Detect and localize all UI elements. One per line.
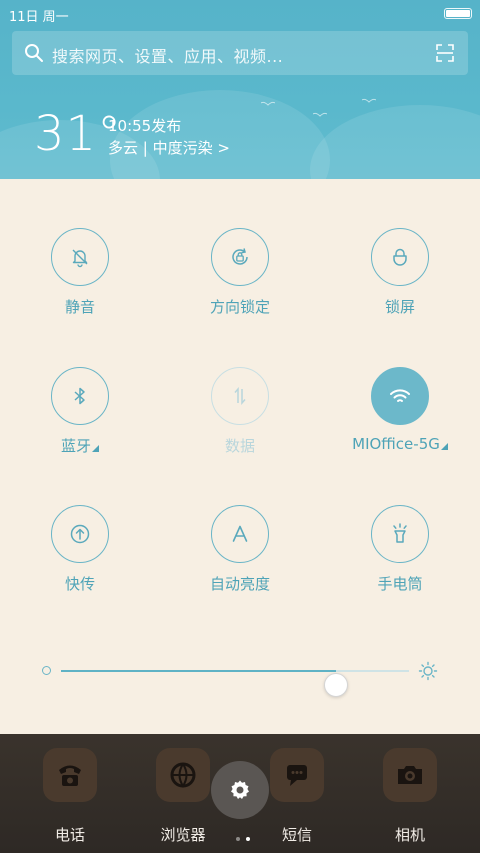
toggle-rotation-lock-button[interactable] (211, 228, 269, 286)
brightness-slider[interactable] (38, 656, 442, 697)
search-bar[interactable]: 搜索网页、设置、应用、视频... (12, 31, 468, 75)
toggle-silent-button[interactable] (51, 228, 109, 286)
app-icon[interactable] (383, 748, 437, 802)
toggle-label: 锁屏 (384, 298, 415, 316)
app-icon[interactable] (43, 748, 97, 802)
weather-description[interactable]: 多云 | 中度污染 > (108, 137, 230, 158)
expand-menu-icon[interactable] (92, 445, 99, 452)
toggle-wifi[interactable]: MIOffice-5G (320, 367, 480, 477)
auto-brightness-icon (232, 525, 248, 542)
sms-icon (287, 765, 307, 786)
app-label: 浏览器 (160, 826, 206, 844)
expand-menu-icon[interactable] (440, 443, 448, 450)
wifi-icon (390, 389, 410, 402)
toggle-wifi-button[interactable] (371, 367, 429, 425)
toggle-flashlight-button[interactable] (371, 505, 429, 563)
settings-button[interactable] (211, 761, 269, 819)
brightness-track[interactable] (61, 670, 409, 697)
rotation-lock-icon (232, 248, 248, 265)
lock-icon (393, 248, 407, 266)
app-label: 相机 (394, 826, 425, 844)
mobile-data-icon (234, 386, 246, 406)
toggle-lock-screen-button[interactable] (371, 228, 429, 286)
gear-icon (231, 780, 249, 799)
cloud-shape (310, 105, 480, 179)
scan-icon[interactable] (436, 44, 454, 62)
page-indicator (233, 826, 253, 841)
toggle-auto-brightness-button[interactable] (211, 505, 269, 563)
bluetooth-icon (74, 387, 85, 405)
transfer-icon (70, 524, 90, 544)
toggle-label: 方向锁定 (209, 298, 270, 316)
flashlight-icon (393, 523, 407, 543)
dock-app-camera[interactable]: 相机 (360, 748, 460, 848)
bird-icon (313, 112, 327, 117)
toggle-label: 手电筒 (377, 575, 423, 593)
toggle-label: MIOffice-5G (320, 435, 480, 453)
phone-icon (59, 765, 81, 786)
app-icon[interactable] (156, 748, 210, 802)
app-label: 短信 (281, 826, 312, 844)
toggle-bluetooth[interactable]: 蓝牙 (0, 367, 160, 477)
toggle-label: 数据 (224, 437, 255, 455)
quick-settings-panel: 静音 方向锁定 锁屏 蓝牙 数据 MIOffice-5G 快传 自动亮度 手电筒 (0, 179, 480, 734)
dock-app-phone[interactable]: 电话 (20, 748, 120, 848)
weather-header: 11日 周一 搜索网页、设置、应用、视频... 31° 10:55发布 多云 |… (0, 0, 480, 179)
toggle-label: 静音 (64, 298, 95, 316)
toggle-silent[interactable]: 静音 (0, 228, 160, 338)
app-icon[interactable] (270, 748, 324, 802)
page-dot (246, 837, 250, 841)
search-icon (25, 44, 43, 62)
brightness-low-icon (42, 666, 51, 675)
status-bar: 11日 周一 (0, 0, 480, 28)
battery-icon (444, 8, 472, 19)
bird-icon (362, 98, 376, 103)
status-date: 11日 周一 (9, 10, 69, 25)
bell-off-icon (72, 249, 88, 268)
toggle-auto-brightness[interactable]: 自动亮度 (160, 505, 320, 615)
toggle-flashlight[interactable]: 手电筒 (320, 505, 480, 615)
toggle-rotation-lock[interactable]: 方向锁定 (160, 228, 320, 338)
toggle-label: 蓝牙 (0, 435, 160, 456)
toggle-bluetooth-button[interactable] (51, 367, 109, 425)
toggle-quick-transfer[interactable]: 快传 (0, 505, 160, 615)
weather-time: 10:55发布 (108, 117, 182, 135)
page-dot (236, 837, 240, 841)
camera-icon (398, 766, 422, 784)
bird-icon (261, 101, 275, 106)
toggle-mobile-data-button[interactable] (211, 367, 269, 425)
browser-icon (170, 762, 196, 788)
toggle-lock-screen[interactable]: 锁屏 (320, 228, 480, 338)
toggle-label-text: 蓝牙 (60, 437, 91, 455)
toggle-mobile-data[interactable]: 数据 (160, 367, 320, 477)
toggle-label: 快传 (64, 575, 95, 593)
search-placeholder[interactable]: 搜索网页、设置、应用、视频... (52, 43, 283, 67)
app-label: 电话 (54, 826, 85, 844)
brightness-high-icon (418, 661, 438, 681)
brightness-track-fill (61, 670, 336, 672)
wifi-network-name: MIOffice-5G (352, 435, 440, 453)
brightness-thumb[interactable] (323, 673, 348, 697)
toggle-label: 自动亮度 (209, 575, 270, 593)
toggle-quick-transfer-button[interactable] (51, 505, 109, 563)
